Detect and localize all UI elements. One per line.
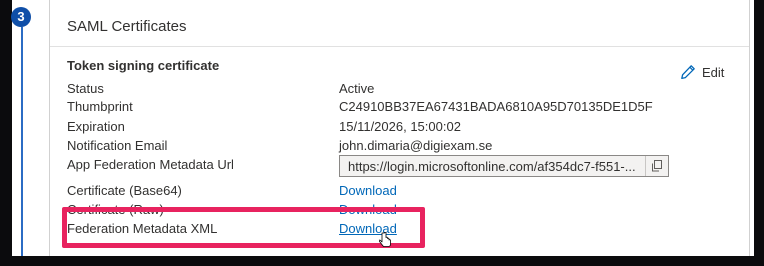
expiration-label: Expiration [67,119,125,134]
section-title: Token signing certificate [67,58,220,73]
thumbprint-label: Thumbprint [67,99,133,114]
metadata-url-field[interactable]: https://login.microsoftonline.com/af354d… [339,155,669,177]
hand-pointer-icon [379,232,391,247]
edit-label: Edit [702,64,725,80]
expiration-value: 15/11/2026, 15:00:02 [339,119,461,134]
notification-email-label: Notification Email [67,138,168,153]
pencil-icon [681,65,695,80]
step-number-badge: 3 [11,7,31,27]
certificate-base64-download-link[interactable]: Download [339,183,397,198]
notification-email-value: john.dimaria@digiexam.se [339,138,493,153]
highlight-box [62,207,425,248]
thumbprint-value: C24910BB37EA67431BADA6810A95D70135DE1D5F [339,99,653,114]
status-value: Active [339,81,375,96]
metadata-url-value: https://login.microsoftonline.com/af354d… [348,158,636,174]
metadata-url-label: App Federation Metadata Url [67,157,234,172]
step-connector-line [21,27,23,256]
saml-certificates-panel: 3 SAML Certificates Token signing certif… [10,0,754,256]
card-title: SAML Certificates [67,18,187,35]
card-divider [50,46,749,47]
left-rail [10,0,12,256]
status-label: Status [67,81,104,96]
edit-button[interactable]: Edit [680,64,724,80]
certificate-base64-label: Certificate (Base64) [67,183,182,198]
copy-icon [652,160,662,172]
copy-button[interactable] [645,156,668,176]
